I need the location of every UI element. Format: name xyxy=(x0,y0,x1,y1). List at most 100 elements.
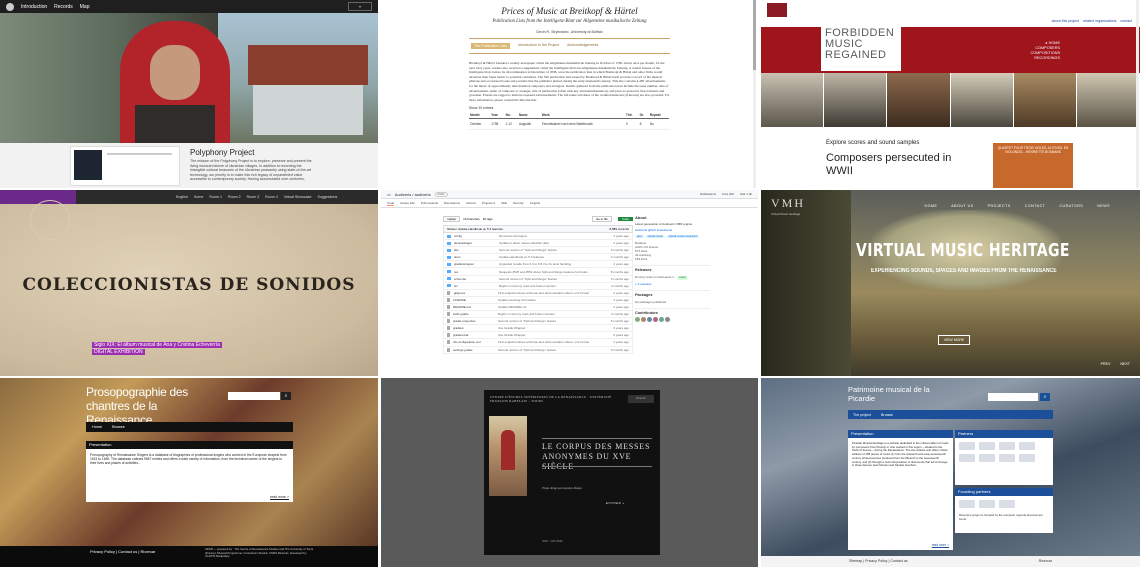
nav-projects[interactable]: PROJECTS xyxy=(988,204,1011,208)
composer-photo[interactable] xyxy=(887,73,951,127)
nav-room-2[interactable]: Room 2 xyxy=(228,195,241,199)
commit-message[interactable]: Upgraded Gradle from 6.3 to 6.8.3 to fix… xyxy=(499,262,613,266)
code-button[interactable]: Code xyxy=(617,217,633,221)
file-row[interactable]: README.md Update README.md 2 years ago xyxy=(443,303,633,312)
file-row[interactable]: dev/packager Update to latest macos class… xyxy=(443,240,633,248)
topic-tag[interactable]: optical-music xyxy=(645,235,665,238)
fork-button[interactable]: Fork 200 xyxy=(722,192,734,196)
file-row[interactable]: docs Update Handbook on 5.3 features 4 mon… xyxy=(443,254,633,262)
link-contact[interactable]: contact xyxy=(1120,19,1132,23)
search-input[interactable] xyxy=(228,392,280,400)
avatar[interactable] xyxy=(653,317,658,322)
link-related[interactable]: related organizations xyxy=(1083,19,1116,23)
file-row[interactable]: src Bugfix on dummy rests and brace inser… xyxy=(443,282,633,290)
topic-tag[interactable]: java xyxy=(635,235,644,238)
nav-room-4[interactable]: Room 4 xyxy=(265,195,278,199)
file-name[interactable]: gradlew.bat xyxy=(453,333,498,337)
releases-heading[interactable]: Releases xyxy=(635,265,710,272)
partner-logo[interactable] xyxy=(999,500,1015,508)
tab-wiki[interactable]: Wiki xyxy=(501,201,507,205)
next-button[interactable]: NEXT xyxy=(1120,362,1130,366)
file-row[interactable]: gradlew.bat Use Gradle Wrapper 6 years ago xyxy=(443,332,633,340)
file-row[interactable]: nbi-configuration.xml First snapshot abou… xyxy=(443,339,633,347)
file-name[interactable]: .gitignore xyxy=(453,291,498,295)
file-row[interactable]: schemas Second version of "Split and Merg… xyxy=(443,275,633,283)
file-name[interactable]: dev xyxy=(454,248,499,252)
file-row[interactable]: gradlew Use Gradle Wrapper 6 years ago xyxy=(443,325,633,333)
commit-message[interactable]: Requests #525 and #551 about Split and M… xyxy=(499,270,611,274)
featured-score[interactable]: QUARTET POUR TROIS VIOLES, ALTOVIOL EN V… xyxy=(993,143,1073,188)
nav-home[interactable]: HOME xyxy=(925,204,938,208)
partner-logo[interactable] xyxy=(999,454,1015,462)
nav-room-1[interactable]: Room 1 xyxy=(209,195,222,199)
commit-message[interactable]: Second version of "Split and Merge" feat… xyxy=(499,248,611,252)
partner-logo[interactable] xyxy=(979,442,995,450)
file-row[interactable]: settings.gradle Second version of "Split … xyxy=(443,346,633,354)
commit-message[interactable]: Update README.md xyxy=(498,305,613,309)
nav-suggestions[interactable]: Suggestions xyxy=(317,195,337,199)
scrollbar[interactable] xyxy=(1136,0,1139,188)
go-to-file-button[interactable]: Go to file xyxy=(591,216,612,222)
file-name[interactable]: docs xyxy=(454,255,499,259)
search-icon[interactable]: ⌕ xyxy=(281,392,291,400)
partner-logo[interactable] xyxy=(1019,454,1035,462)
file-name[interactable]: res xyxy=(454,270,499,274)
search-icon[interactable]: ⌕ xyxy=(1040,393,1050,401)
footer-links[interactable]: Sitemap | Privacy Policy | Contact us xyxy=(849,559,908,563)
file-row[interactable]: gradle/wrapper Upgraded Gradle from 6.3 t… xyxy=(443,261,633,269)
commit-message[interactable]: Second version of "Split and Merge" feat… xyxy=(499,277,611,281)
view-more-button[interactable]: VIEW MORE xyxy=(938,335,970,345)
enter-link[interactable]: ENTRER » xyxy=(606,501,625,505)
commit-message[interactable]: Removed old plugins xyxy=(499,234,613,238)
file-row[interactable]: .gitignore First snapshot about schemas a… xyxy=(443,289,633,297)
commit-message[interactable]: Update Handbook on 5.3 features xyxy=(499,255,611,259)
composer-photo[interactable] xyxy=(1013,73,1077,127)
file-name[interactable]: dev/packager xyxy=(454,241,499,245)
tab-security[interactable]: Security xyxy=(513,201,524,205)
file-name[interactable]: gradlew xyxy=(453,326,498,330)
tab-pull-requests[interactable]: Pull requests xyxy=(421,201,438,205)
nav-curators[interactable]: CURATORS xyxy=(1059,204,1083,208)
read-more-link[interactable]: read more > xyxy=(270,495,289,499)
file-name[interactable]: gradle/wrapper xyxy=(454,262,499,266)
file-name[interactable]: gradle.properties xyxy=(453,319,498,323)
tags-link[interactable]: 40 tags xyxy=(483,217,493,221)
menu-recordings[interactable]: RECORDINGS xyxy=(1030,56,1060,61)
tab-acknowledgements[interactable]: Acknowledgements xyxy=(567,43,598,49)
more-releases-link[interactable]: + 6 releases xyxy=(635,282,710,286)
language-select[interactable]: ▾ xyxy=(347,2,372,11)
composer-photo[interactable] xyxy=(950,73,1014,127)
link-about[interactable]: about this project xyxy=(1052,19,1079,23)
nav-home[interactable]: Home xyxy=(194,195,204,199)
partner-logo[interactable] xyxy=(979,454,995,462)
commit-message[interactable]: hbitteur Update Handbook on 5.3 features xyxy=(447,227,503,231)
composer-photo[interactable] xyxy=(761,73,825,127)
commit-message[interactable]: Bugfix on dummy rests and brace insertio… xyxy=(499,284,611,288)
partner-logo[interactable] xyxy=(979,500,995,508)
partner-logo[interactable] xyxy=(959,500,975,508)
tab-code[interactable]: Code xyxy=(387,201,395,206)
star-button[interactable]: Star 1.3k xyxy=(740,192,752,196)
nav-room-3[interactable]: Room 3 xyxy=(247,195,260,199)
commit-message[interactable]: Use Gradle Wrapper xyxy=(498,333,613,337)
nav-news[interactable]: NEWS xyxy=(1097,204,1110,208)
file-name[interactable]: schemas xyxy=(454,277,499,281)
file-row[interactable]: dev Second version of "Split and Merge" f… xyxy=(443,247,633,255)
entries-select[interactable]: Show 10 entries xyxy=(469,106,670,110)
file-name[interactable]: config xyxy=(454,234,499,238)
footer-links[interactable]: Privacy Policy | Contact us | Ricercar xyxy=(90,549,155,554)
partner-logo[interactable] xyxy=(999,442,1015,450)
nav-introduction[interactable]: Introduction xyxy=(21,4,47,10)
tab-projects[interactable]: Projects 2 xyxy=(482,201,495,205)
commit-message[interactable]: Bugfix on dummy rests and brace insertio… xyxy=(498,312,611,316)
forks-link[interactable]: 183 forks xyxy=(635,257,710,261)
commit-message[interactable]: Use Gradle Wrapper xyxy=(498,326,613,330)
logo-icon[interactable] xyxy=(6,2,14,11)
nav-about-us[interactable]: ABOUT US xyxy=(951,204,973,208)
commit-message[interactable]: Update licensing information xyxy=(498,298,613,302)
search-input[interactable] xyxy=(988,393,1038,401)
tab-insights[interactable]: Insights xyxy=(530,201,540,205)
avatar[interactable] xyxy=(641,317,646,322)
packages-heading[interactable]: Packages xyxy=(635,290,710,297)
partner-logo[interactable] xyxy=(959,454,975,462)
